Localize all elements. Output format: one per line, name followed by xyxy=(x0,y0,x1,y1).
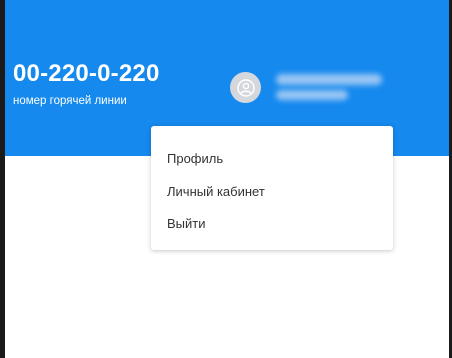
menu-item-account[interactable]: Личный кабинет xyxy=(167,184,265,199)
blurred-user-detail xyxy=(276,90,348,100)
user-name-blurred[interactable] xyxy=(276,72,386,104)
hotline-phone-number[interactable]: 00-220-0-220 xyxy=(13,60,160,88)
menu-item-logout[interactable]: Выйти xyxy=(167,216,206,231)
user-avatar-icon xyxy=(236,78,255,97)
user-avatar[interactable] xyxy=(230,72,261,103)
hotline-caption: номер горячей линии xyxy=(13,95,127,107)
menu-item-profile[interactable]: Профиль xyxy=(167,151,223,166)
blurred-user-name xyxy=(276,74,382,85)
user-dropdown-menu: Профиль Личный кабинет Выйти xyxy=(151,126,393,250)
